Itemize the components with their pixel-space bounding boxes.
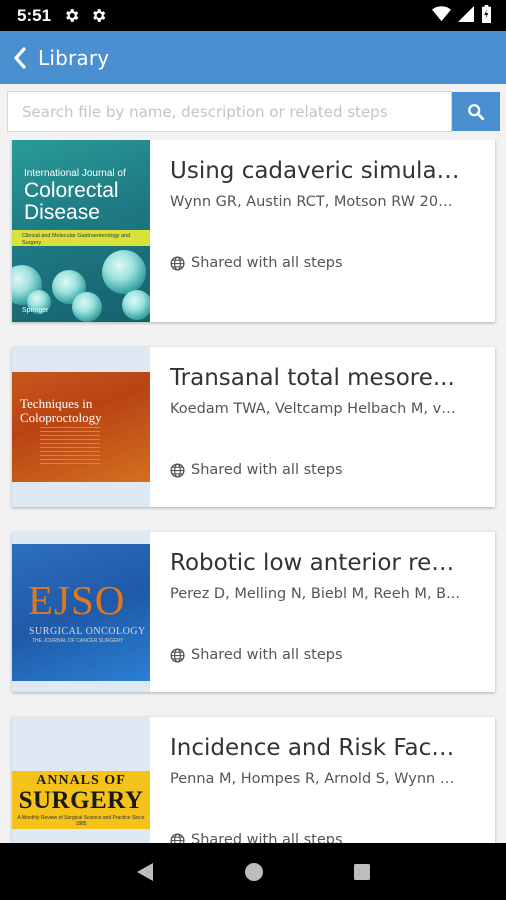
share-status: Shared with all steps [170,832,343,843]
list-item[interactable]: Techniques in Coloproctology Transanal t… [12,347,495,507]
share-status: Shared with all steps [170,255,343,271]
status-bar: 5:51 [0,0,506,31]
cover-text: Coloproctology [20,410,102,425]
item-authors: Perez D, Melling N, Biebl M, Reeh M, B..… [170,586,460,602]
list-item[interactable]: International Journal of Colorectal Dise… [12,140,495,322]
share-status: Shared with all steps [170,647,343,663]
system-navigation-bar [0,843,506,900]
search-icon [468,103,485,120]
cover-text: International Journal of [24,168,126,179]
back-button[interactable] [2,31,38,84]
back-triangle-icon[interactable] [135,861,155,883]
journal-cover-thumbnail: ANNALS OF SURGERY A Monthly Review of Su… [12,717,150,843]
search-button[interactable] [452,92,500,131]
journal-cover-thumbnail: Techniques in Coloproctology [12,347,150,507]
annals-surgery-cover: ANNALS OF SURGERY A Monthly Review of Su… [12,771,150,829]
wifi-icon [432,6,451,22]
list-item[interactable]: ANNALS OF SURGERY A Monthly Review of Su… [12,717,495,843]
cover-text: EJSO [28,577,126,623]
list-item-body: Using cadaveric simulat... Wynn GR, Aust… [150,140,495,322]
item-title: Robotic low anterior res... [170,550,460,576]
share-status: Shared with all steps [170,462,343,478]
techniques-coloproctology-cover: Techniques in Coloproctology [12,372,150,482]
cover-text: SURGERY [18,787,144,814]
cover-publisher: Springer [22,307,49,314]
battery-icon [482,5,491,23]
item-authors: Penna M, Hompes R, Arnold S, Wynn G... [170,771,460,787]
share-label: Shared with all steps [191,647,343,663]
cover-text: A Monthly Review of Surgical Science and… [17,815,145,827]
status-notification-icons [63,7,107,24]
cover-text: Clinical and Molecular Gastroenterology … [22,233,131,246]
item-title: Incidence and Risk Fact... [170,735,460,761]
cover-text: Colorectal [24,179,119,202]
colorectal-disease-cover: International Journal of Colorectal Dise… [12,140,150,322]
globe-icon [170,647,185,663]
item-authors: Koedam TWA, Veltcamp Helbach M, va... [170,401,460,417]
status-time: 5:51 [17,5,52,25]
gear-icon [66,9,79,22]
status-system-icons [432,5,492,23]
item-title: Using cadaveric simulat... [170,158,460,184]
ejso-cover: EJSO SURGICAL ONCOLOGY THE JOURNAL OF CA… [12,544,150,681]
library-list[interactable]: International Journal of Colorectal Dise… [0,140,506,843]
cover-text: SURGICAL ONCOLOGY [29,626,146,637]
journal-cover-thumbnail: EJSO SURGICAL ONCOLOGY THE JOURNAL OF CA… [12,532,150,692]
recents-square-icon[interactable] [353,863,371,881]
item-authors: Wynn GR, Austin RCT, Motson RW 2018... [170,194,460,210]
cover-text: THE JOURNAL OF CANCER SURGERY [32,638,124,644]
share-label: Shared with all steps [191,255,343,271]
share-label: Shared with all steps [191,832,343,843]
signal-icon [458,6,474,22]
globe-icon [170,832,185,843]
chevron-left-icon [14,46,26,69]
gear-icon [93,9,106,22]
cover-text: Disease [24,201,100,224]
share-label: Shared with all steps [191,462,343,478]
search-input[interactable] [7,91,452,132]
page-title: Library [38,45,110,70]
item-title: Transanal total mesore... [170,365,455,391]
globe-icon [170,462,185,478]
list-item[interactable]: EJSO SURGICAL ONCOLOGY THE JOURNAL OF CA… [12,532,495,692]
list-item-body: Robotic low anterior res... Perez D, Mel… [150,532,495,692]
search-bar [0,84,506,140]
journal-cover-thumbnail: International Journal of Colorectal Dise… [12,140,150,322]
globe-icon [170,255,185,271]
list-item-body: Incidence and Risk Fact... Penna M, Homp… [150,717,495,843]
home-circle-icon[interactable] [244,862,264,882]
list-item-body: Transanal total mesore... Koedam TWA, Ve… [150,347,495,507]
app-bar: Library [0,31,506,84]
